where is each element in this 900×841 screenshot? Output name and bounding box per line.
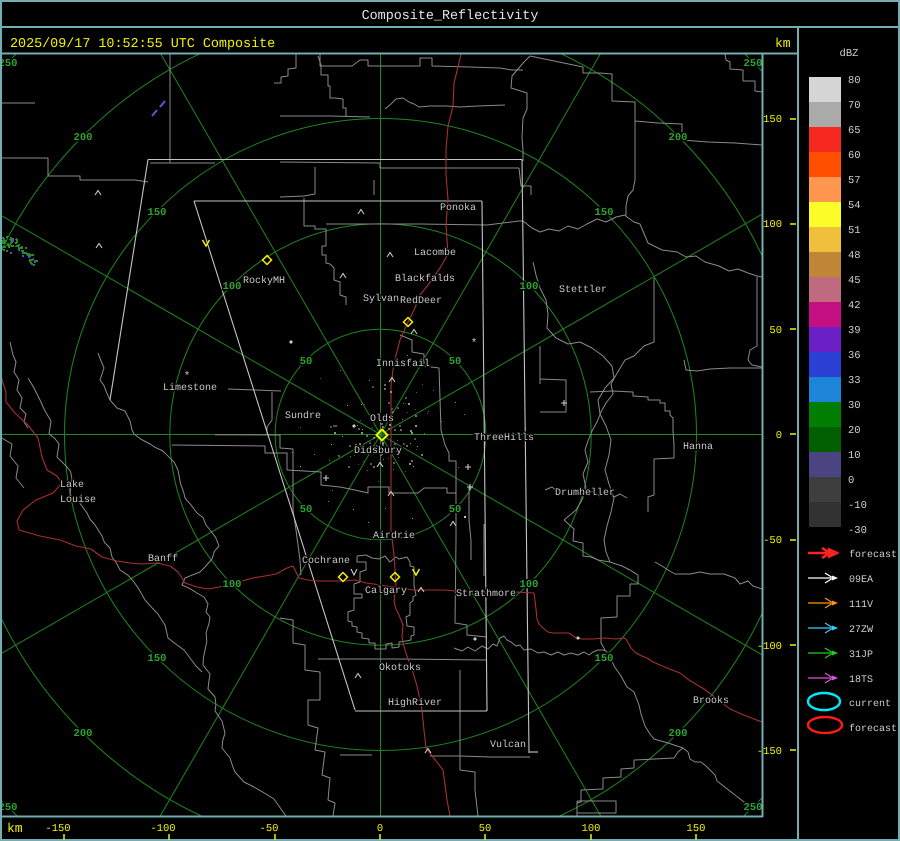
- svg-text:100: 100: [223, 281, 242, 293]
- svg-text:50: 50: [479, 823, 492, 835]
- svg-text:39: 39: [848, 325, 861, 337]
- svg-text:Limestone: Limestone: [163, 382, 217, 394]
- svg-text:150: 150: [763, 114, 782, 126]
- svg-text:Airdrie: Airdrie: [373, 530, 415, 542]
- svg-text:Drumheller: Drumheller: [555, 487, 615, 499]
- svg-text:Calgary: Calgary: [365, 585, 407, 597]
- svg-text:0: 0: [377, 823, 383, 835]
- svg-text:200: 200: [74, 132, 93, 144]
- svg-text:Innisfail: Innisfail: [376, 358, 430, 370]
- svg-text:RockyMH: RockyMH: [243, 275, 285, 287]
- svg-text:48: 48: [848, 250, 861, 262]
- svg-text:-100: -100: [757, 641, 782, 653]
- svg-text:65: 65: [848, 125, 861, 137]
- svg-text:100: 100: [520, 579, 539, 591]
- svg-text:Okotoks: Okotoks: [379, 662, 421, 674]
- svg-text:200: 200: [669, 132, 688, 144]
- svg-text:50: 50: [449, 504, 462, 516]
- svg-text:-150: -150: [757, 746, 782, 758]
- svg-text:50: 50: [300, 356, 313, 368]
- svg-text:dBZ: dBZ: [840, 48, 859, 60]
- svg-text:60: 60: [848, 150, 861, 162]
- svg-text:150: 150: [148, 207, 167, 219]
- svg-text:100: 100: [520, 281, 539, 293]
- svg-text:HighRiver: HighRiver: [388, 697, 442, 709]
- svg-text:Louise: Louise: [60, 494, 96, 506]
- svg-text:80: 80: [848, 75, 861, 87]
- svg-text:Banff: Banff: [148, 553, 178, 565]
- svg-text:09EA: 09EA: [849, 575, 873, 586]
- svg-text:18TS: 18TS: [849, 675, 873, 686]
- svg-text:250: 250: [0, 802, 17, 814]
- svg-text:42: 42: [848, 300, 861, 312]
- svg-text:100: 100: [763, 219, 782, 231]
- svg-text:2025/09/17 10:52:55 UTC Compos: 2025/09/17 10:52:55 UTC Composite: [10, 37, 275, 52]
- svg-text:33: 33: [848, 375, 861, 387]
- svg-text:150: 150: [687, 823, 706, 835]
- svg-text:-30: -30: [848, 525, 867, 537]
- svg-text:250: 250: [744, 58, 763, 70]
- svg-text:45: 45: [848, 275, 861, 287]
- svg-text:-50: -50: [763, 535, 782, 547]
- svg-text:-10: -10: [848, 500, 867, 512]
- svg-text:Didsbury: Didsbury: [354, 445, 402, 457]
- svg-text:36: 36: [848, 350, 861, 362]
- svg-text:-150: -150: [45, 823, 70, 835]
- svg-text:250: 250: [0, 58, 17, 70]
- svg-text:10: 10: [848, 450, 861, 462]
- svg-text:100: 100: [223, 579, 242, 591]
- svg-text:Sundre: Sundre: [285, 410, 321, 422]
- svg-text:Sylvan: Sylvan: [363, 293, 399, 305]
- svg-text:Lacombe: Lacombe: [414, 247, 456, 259]
- svg-text:51: 51: [848, 225, 861, 237]
- svg-text:Hanna: Hanna: [683, 442, 713, 453]
- svg-text:150: 150: [148, 653, 167, 665]
- svg-text:57: 57: [848, 175, 861, 187]
- svg-text:0: 0: [848, 475, 854, 487]
- svg-text:Brooks: Brooks: [693, 695, 729, 707]
- svg-text:current: current: [849, 699, 891, 710]
- svg-text:km: km: [7, 821, 23, 836]
- svg-text:-50: -50: [260, 823, 279, 835]
- svg-text:27ZW: 27ZW: [849, 625, 873, 636]
- svg-text:30: 30: [848, 400, 861, 412]
- svg-text:200: 200: [669, 728, 688, 740]
- svg-text:Ponoka: Ponoka: [440, 202, 476, 214]
- svg-text:50: 50: [769, 325, 782, 337]
- svg-text:150: 150: [595, 653, 614, 665]
- svg-text:54: 54: [848, 200, 861, 212]
- svg-text:km: km: [775, 36, 791, 51]
- svg-text:150: 150: [595, 207, 614, 219]
- svg-text:*: *: [184, 371, 191, 383]
- svg-text:50: 50: [449, 356, 462, 368]
- svg-text:*: *: [471, 338, 478, 350]
- svg-text:RedDeer: RedDeer: [400, 295, 442, 307]
- svg-text:100: 100: [582, 823, 601, 835]
- svg-text:0: 0: [776, 430, 782, 442]
- svg-text:70: 70: [848, 100, 861, 112]
- svg-text:Strathmore: Strathmore: [456, 588, 516, 600]
- svg-text:250: 250: [744, 802, 763, 814]
- svg-text:50: 50: [300, 504, 313, 516]
- svg-text:Stettler: Stettler: [559, 284, 607, 296]
- svg-text:-100: -100: [150, 823, 175, 835]
- svg-text:forecast: forecast: [849, 723, 897, 735]
- svg-text:forecast: forecast: [849, 549, 897, 561]
- svg-text:31JP: 31JP: [849, 650, 873, 661]
- svg-text:111V: 111V: [849, 600, 873, 611]
- svg-text:Cochrane: Cochrane: [302, 555, 350, 567]
- svg-text:20: 20: [848, 425, 861, 437]
- svg-text:Lake: Lake: [60, 479, 84, 491]
- svg-text:ThreeHills: ThreeHills: [474, 432, 534, 444]
- svg-text:Olds: Olds: [370, 413, 394, 425]
- svg-text:Vulcan: Vulcan: [490, 739, 526, 751]
- svg-text:Composite_Reflectivity: Composite_Reflectivity: [362, 9, 539, 24]
- svg-text:200: 200: [74, 728, 93, 740]
- svg-text:Blackfalds: Blackfalds: [395, 273, 455, 285]
